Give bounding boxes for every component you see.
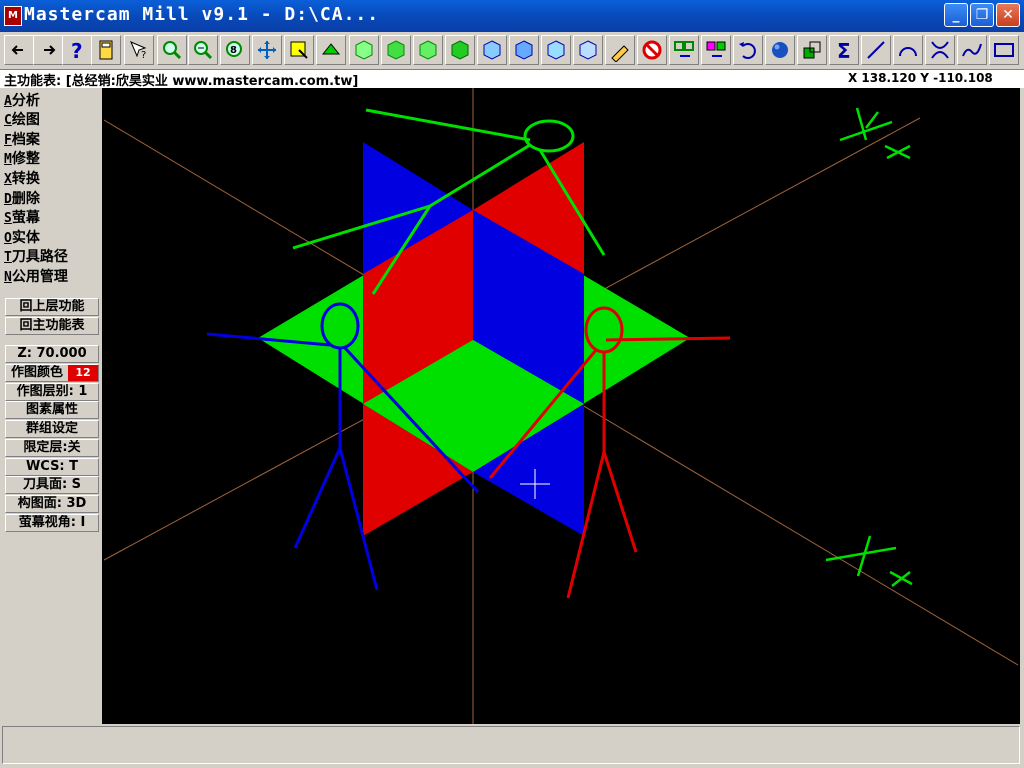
main-menu-button[interactable]: 回主功能表: [5, 317, 99, 335]
minimize-button[interactable]: _: [944, 3, 968, 27]
left-menu-panel: A分析 C绘图 F档案 M修整 X转换 D删除 S萤幕 O实体 T刀具路径 N公…: [0, 88, 102, 724]
app-icon[interactable]: M: [4, 6, 22, 26]
unzoom-icon[interactable]: [188, 35, 218, 65]
menu-key: X: [4, 172, 12, 187]
copy-cut-icon[interactable]: [701, 35, 731, 65]
menu-key: O: [4, 231, 12, 246]
zoom-fit-icon[interactable]: 8: [220, 35, 250, 65]
layer-icon[interactable]: [797, 35, 827, 65]
scene-canvas[interactable]: [102, 88, 1020, 724]
z-depth-button[interactable]: Z: 70.000: [5, 345, 99, 363]
cursor-coordinates: X 138.120 Y -110.108: [848, 71, 993, 85]
menu-label: 萤幕: [11, 210, 40, 226]
back-level-button[interactable]: 回上层功能: [5, 298, 99, 316]
menu-key: A: [4, 94, 12, 109]
rectangle-icon[interactable]: [989, 35, 1019, 65]
graphics-viewport[interactable]: [102, 88, 1020, 724]
menu-item-solids[interactable]: O实体: [4, 227, 40, 247]
calculator-icon[interactable]: [91, 35, 121, 65]
status-line: 主功能表: [总经销:欣昊实业 www.mastercam.com.tw] X …: [0, 70, 1024, 89]
menu-item-xform[interactable]: X转换: [4, 168, 40, 188]
undo-icon[interactable]: [733, 35, 763, 65]
mask-button[interactable]: 限定层:关: [5, 439, 99, 457]
menu-label: 删除: [11, 191, 40, 207]
menu-label: 转换: [11, 171, 40, 187]
construction-plane-button[interactable]: 构图面: 3D: [5, 495, 99, 513]
line-icon[interactable]: [861, 35, 891, 65]
spline-icon[interactable]: [957, 35, 987, 65]
menu-item-modify[interactable]: M修整: [4, 148, 40, 168]
arc-icon[interactable]: [893, 35, 923, 65]
menu-item-file[interactable]: F档案: [4, 129, 40, 149]
close-button[interactable]: ✕: [996, 3, 1020, 27]
svg-text:?: ?: [141, 50, 146, 61]
menu-key: T: [4, 250, 12, 265]
select-box-icon[interactable]: [284, 35, 314, 65]
menu-item-delete[interactable]: D删除: [4, 188, 40, 208]
view-axis-gnomon-bottom: [825, 535, 913, 587]
back-arrow-icon[interactable]: [4, 35, 34, 65]
attributes-button[interactable]: 图素属性: [5, 401, 99, 419]
svg-text:Σ: Σ: [837, 39, 851, 62]
tool-plane-button[interactable]: 刀具面: S: [5, 476, 99, 494]
cube-blue-4-icon[interactable]: [573, 35, 603, 65]
menu-label: 公用管理: [11, 269, 68, 285]
menu-item-create[interactable]: C绘图: [4, 109, 40, 129]
menu-key: M: [4, 152, 12, 167]
cube-blue-2-icon[interactable]: [509, 35, 539, 65]
menu-key: D: [4, 192, 12, 207]
menu-key: C: [4, 113, 12, 128]
eraser-icon[interactable]: [605, 35, 635, 65]
view-axis-gnomon-top: [839, 107, 911, 160]
menu-key: S: [4, 211, 12, 226]
prompt-area: [2, 726, 1020, 764]
svg-text:8: 8: [230, 45, 237, 56]
menu-label: 分析: [11, 93, 40, 109]
forward-arrow-icon[interactable]: [33, 35, 63, 65]
cube-blue-1-icon[interactable]: [477, 35, 507, 65]
maximize-button[interactable]: ❐: [970, 3, 994, 27]
screen-view-button[interactable]: 萤幕视角: I: [5, 514, 99, 532]
pointer-help-icon[interactable]: ?: [124, 35, 154, 65]
color-button[interactable]: 作图颜色 12: [5, 364, 99, 382]
menu-key: F: [4, 133, 12, 148]
menu-label: 实体: [11, 230, 40, 246]
svg-text:?: ?: [71, 39, 83, 62]
menu-item-toolpaths[interactable]: T刀具路径: [4, 246, 68, 266]
sigma-icon[interactable]: Σ: [829, 35, 859, 65]
color-swatch: 12: [68, 365, 98, 381]
view-iso-icon[interactable]: [445, 35, 475, 65]
trim-icon[interactable]: [925, 35, 955, 65]
cube-blue-3-icon[interactable]: [541, 35, 571, 65]
menu-item-nc-utils[interactable]: N公用管理: [4, 266, 68, 286]
window-title: Mastercam Mill v9.1 - D:\CA...: [24, 4, 380, 25]
sphere-icon[interactable]: [765, 35, 795, 65]
menu-label: 绘图: [11, 112, 40, 128]
move-cut-icon[interactable]: [669, 35, 699, 65]
menu-item-analyze[interactable]: A分析: [4, 90, 40, 110]
menu-label: 修整: [11, 151, 40, 167]
color-label: 作图颜色: [11, 365, 64, 380]
title-bar[interactable]: M Mastercam Mill v9.1 - D:\CA... _ ❐ ✕: [0, 0, 1024, 32]
menu-label: 刀具路径: [11, 249, 68, 265]
no-entry-icon[interactable]: [637, 35, 667, 65]
toolbar: ? ? 8 Σ: [0, 33, 1024, 70]
help-icon[interactable]: ?: [62, 35, 92, 65]
level-button[interactable]: 作图层别: 1: [5, 383, 99, 401]
menu-title: 主功能表: [总经销:欣昊实业 www.mastercam.com.tw]: [4, 74, 359, 89]
wcs-button[interactable]: WCS: T: [5, 458, 99, 476]
view-top-icon[interactable]: [349, 35, 379, 65]
zoom-icon[interactable]: [157, 35, 187, 65]
view-front-icon[interactable]: [381, 35, 411, 65]
menu-label: 档案: [11, 132, 40, 148]
menu-key: N: [4, 270, 12, 285]
pan-icon[interactable]: [252, 35, 282, 65]
rotate-view-icon[interactable]: [316, 35, 346, 65]
group-button[interactable]: 群组设定: [5, 420, 99, 438]
view-side-icon[interactable]: [413, 35, 443, 65]
menu-item-screen[interactable]: S萤幕: [4, 207, 40, 227]
